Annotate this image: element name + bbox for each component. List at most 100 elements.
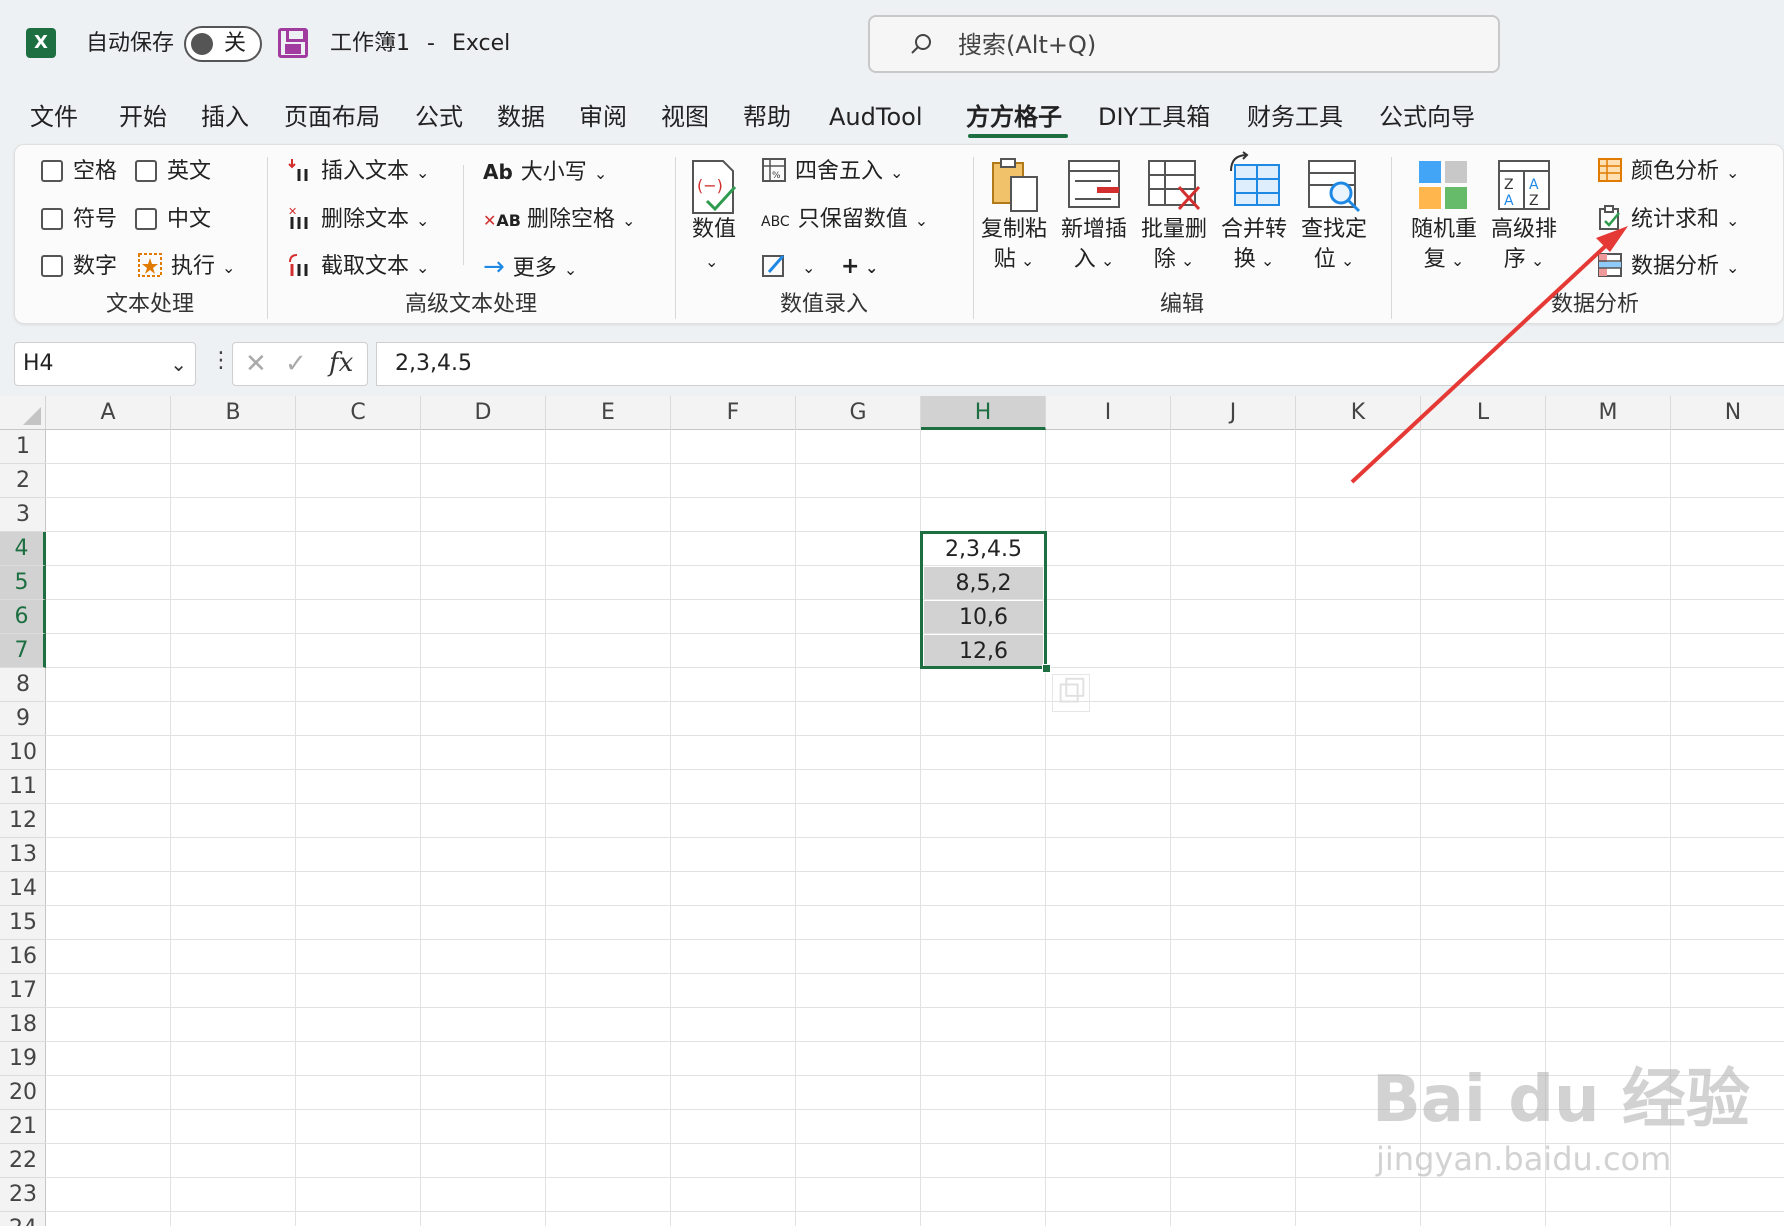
row-header-7[interactable]: 7	[0, 634, 46, 668]
menu-audtool[interactable]: AudTool	[829, 100, 922, 134]
find-locate-button[interactable]: 查找定位	[1295, 215, 1373, 276]
add-insert-icon[interactable]	[1067, 157, 1121, 213]
column-header-e[interactable]: E	[546, 396, 671, 430]
execute-button[interactable]: 执行	[137, 252, 235, 283]
color-analysis-button[interactable]: 颜色分析	[1597, 157, 1739, 188]
row-header-22[interactable]: 22	[0, 1144, 46, 1178]
find-locate-icon[interactable]	[1307, 157, 1361, 213]
row-header-16[interactable]: 16	[0, 940, 46, 974]
row-header-5[interactable]: 5	[0, 566, 46, 600]
row-header-20[interactable]: 20	[0, 1076, 46, 1110]
random-repeat-button[interactable]: 随机重复	[1405, 215, 1483, 276]
menu-finance-tools[interactable]: 财务工具	[1247, 100, 1343, 134]
column-header-i[interactable]: I	[1046, 396, 1171, 430]
column-header-d[interactable]: D	[421, 396, 546, 430]
row-header-2[interactable]: 2	[0, 464, 46, 498]
menu-fangfanggezi[interactable]: 方方格子	[966, 100, 1062, 134]
more-options-icon[interactable]: ⋮	[210, 346, 232, 376]
row-header-13[interactable]: 13	[0, 838, 46, 872]
checkbox-number[interactable]: 数字	[41, 252, 117, 282]
column-header-g[interactable]: G	[796, 396, 921, 430]
checkbox-symbol[interactable]: 符号	[41, 205, 117, 235]
menu-insert[interactable]: 插入	[201, 100, 249, 134]
copy-paste-button[interactable]: 复制粘贴	[975, 215, 1053, 276]
row-header-6[interactable]: 6	[0, 600, 46, 634]
menu-data[interactable]: 数据	[497, 100, 545, 134]
row-header-15[interactable]: 15	[0, 906, 46, 940]
column-header-j[interactable]: J	[1171, 396, 1296, 430]
chevron-down-icon[interactable]: ⌄	[170, 349, 187, 379]
stat-sum-button[interactable]: 统计求和	[1597, 205, 1739, 236]
menu-help[interactable]: 帮助	[743, 100, 791, 134]
row-header-1[interactable]: 1	[0, 430, 46, 464]
batch-delete-icon[interactable]	[1147, 157, 1201, 213]
quick-analysis-icon[interactable]	[1052, 674, 1090, 712]
row-header-4[interactable]: 4	[0, 532, 46, 566]
select-all-corner[interactable]	[0, 396, 46, 430]
value-dropdown-chevron[interactable]: ⌄	[705, 247, 718, 277]
checkbox-english[interactable]: 英文	[135, 157, 211, 187]
fill-handle[interactable]	[1042, 664, 1051, 673]
column-header-c[interactable]: C	[296, 396, 421, 430]
menu-review[interactable]: 审阅	[579, 100, 627, 134]
formula-input[interactable]: 2,3,4.5	[376, 342, 1784, 386]
cancel-icon[interactable]: ✕	[245, 349, 267, 379]
column-header-a[interactable]: A	[46, 396, 171, 430]
delete-text-button[interactable]: ✕ 删除文本	[287, 205, 429, 236]
insert-function-icon[interactable]: fx	[329, 347, 353, 379]
advanced-sort-button[interactable]: 高级排序	[1485, 215, 1563, 276]
add-insert-button[interactable]: 新增插入	[1055, 215, 1133, 276]
column-header-h[interactable]: H	[921, 396, 1046, 430]
row-header-19[interactable]: 19	[0, 1042, 46, 1076]
row-header-18[interactable]: 18	[0, 1008, 46, 1042]
autosave-toggle[interactable]: 关	[184, 26, 262, 62]
menu-diy-toolbox[interactable]: DIY工具箱	[1098, 100, 1210, 134]
merge-convert-icon[interactable]	[1227, 151, 1281, 207]
merge-convert-button[interactable]: 合并转换	[1215, 215, 1293, 276]
menu-view[interactable]: 视图	[661, 100, 709, 134]
name-box[interactable]: H4 ⌄	[14, 342, 196, 386]
column-header-m[interactable]: M	[1546, 396, 1671, 430]
search-input[interactable]: 搜索(Alt+Q)	[868, 15, 1500, 73]
extract-text-button[interactable]: 截取文本	[287, 252, 429, 283]
row-header-12[interactable]: 12	[0, 804, 46, 838]
checkbox-space[interactable]: 空格	[41, 157, 117, 187]
value-button[interactable]: 数值	[675, 215, 753, 245]
menu-file[interactable]: 文件	[30, 100, 78, 134]
column-header-n[interactable]: N	[1671, 396, 1784, 430]
enter-icon[interactable]: ✓	[285, 349, 307, 379]
edit-cell-button[interactable]	[761, 252, 815, 283]
advanced-sort-icon[interactable]: ZAAZ	[1497, 157, 1551, 213]
row-header-10[interactable]: 10	[0, 736, 46, 770]
menu-page-layout[interactable]: 页面布局	[284, 100, 380, 134]
excel-logo-icon[interactable]: X	[26, 28, 56, 58]
column-header-b[interactable]: B	[171, 396, 296, 430]
row-header-14[interactable]: 14	[0, 872, 46, 906]
insert-text-button[interactable]: 插入文本	[287, 157, 429, 188]
menu-formula-wizard[interactable]: 公式向导	[1379, 100, 1475, 134]
column-header-k[interactable]: K	[1296, 396, 1421, 430]
copy-paste-icon[interactable]	[987, 157, 1041, 213]
random-repeat-icon[interactable]	[1417, 157, 1471, 213]
save-icon[interactable]	[278, 28, 308, 58]
keep-values-button[interactable]: ABC 只保留数值	[761, 205, 928, 237]
row-header-11[interactable]: 11	[0, 770, 46, 804]
menu-formulas[interactable]: 公式	[415, 100, 463, 134]
row-header-24[interactable]: 24	[0, 1212, 46, 1226]
case-button[interactable]: Ab 大小写	[483, 157, 607, 189]
menu-home[interactable]: 开始	[119, 100, 167, 134]
row-header-9[interactable]: 9	[0, 702, 46, 736]
data-analysis-button[interactable]: 数据分析	[1597, 252, 1739, 283]
row-header-8[interactable]: 8	[0, 668, 46, 702]
column-header-l[interactable]: L	[1421, 396, 1546, 430]
delete-spaces-button[interactable]: ✕AB 删除空格	[483, 205, 635, 236]
checkbox-chinese[interactable]: 中文	[135, 205, 211, 235]
more-button[interactable]: → 更多	[483, 252, 577, 285]
round-button[interactable]: % 四舍五入	[761, 157, 903, 188]
row-header-23[interactable]: 23	[0, 1178, 46, 1212]
row-header-21[interactable]: 21	[0, 1110, 46, 1144]
row-header-3[interactable]: 3	[0, 498, 46, 532]
value-icon[interactable]: (−)	[687, 159, 741, 215]
row-header-17[interactable]: 17	[0, 974, 46, 1008]
batch-delete-button[interactable]: 批量删除	[1135, 215, 1213, 276]
